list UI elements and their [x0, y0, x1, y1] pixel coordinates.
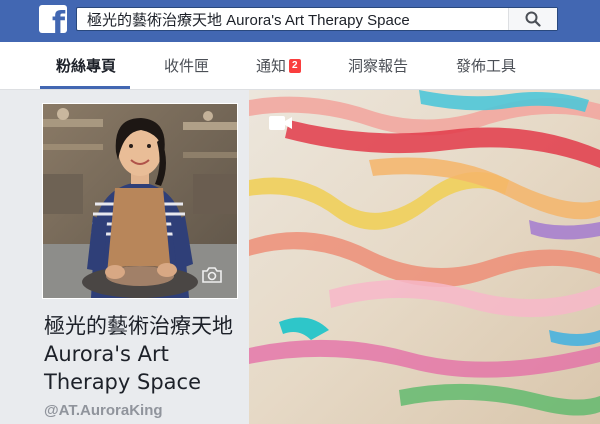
cover-ribbons-illustration — [249, 90, 600, 424]
tab-notifications[interactable]: 通知 2 — [256, 42, 301, 89]
video-camera-icon — [269, 116, 292, 130]
page-username[interactable]: @AT.AuroraKing — [44, 402, 163, 419]
cover-video[interactable] — [249, 90, 600, 424]
tab-page[interactable]: 粉絲專頁 — [39, 42, 131, 89]
profile-picture[interactable] — [42, 103, 238, 299]
facebook-logo-icon[interactable]: f — [39, 5, 67, 33]
search-button[interactable] — [508, 8, 557, 30]
tab-inbox[interactable]: 收件匣 — [164, 42, 209, 89]
camera-icon[interactable] — [201, 266, 223, 284]
profile-column: 極光的藝術治療天地 Aurora's Art Therapy Space @AT… — [0, 90, 249, 424]
page-title[interactable]: 極光的藝術治療天地 Aurora's Art Therapy Space — [44, 312, 244, 396]
tab-publishing-tools[interactable]: 發佈工具 — [456, 42, 516, 89]
search-icon — [525, 11, 541, 27]
tab-insights[interactable]: 洞察報告 — [348, 42, 408, 89]
tab-publishing-tools-label: 發佈工具 — [456, 57, 517, 75]
tab-page-label: 粉絲專頁 — [56, 57, 117, 75]
tab-notifications-label: 通知 — [256, 57, 287, 75]
tab-insights-label: 洞察報告 — [348, 57, 409, 75]
tab-inbox-label: 收件匣 — [164, 57, 210, 75]
notification-count-badge: 2 — [289, 58, 301, 73]
page-tab-bar: 粉絲專頁 收件匣 通知 2 洞察報告 發佈工具 — [0, 42, 600, 90]
search-input[interactable] — [77, 8, 507, 30]
search-box — [76, 7, 558, 31]
top-navigation-bar: f — [0, 0, 600, 42]
logo-glyph: f — [51, 6, 65, 34]
